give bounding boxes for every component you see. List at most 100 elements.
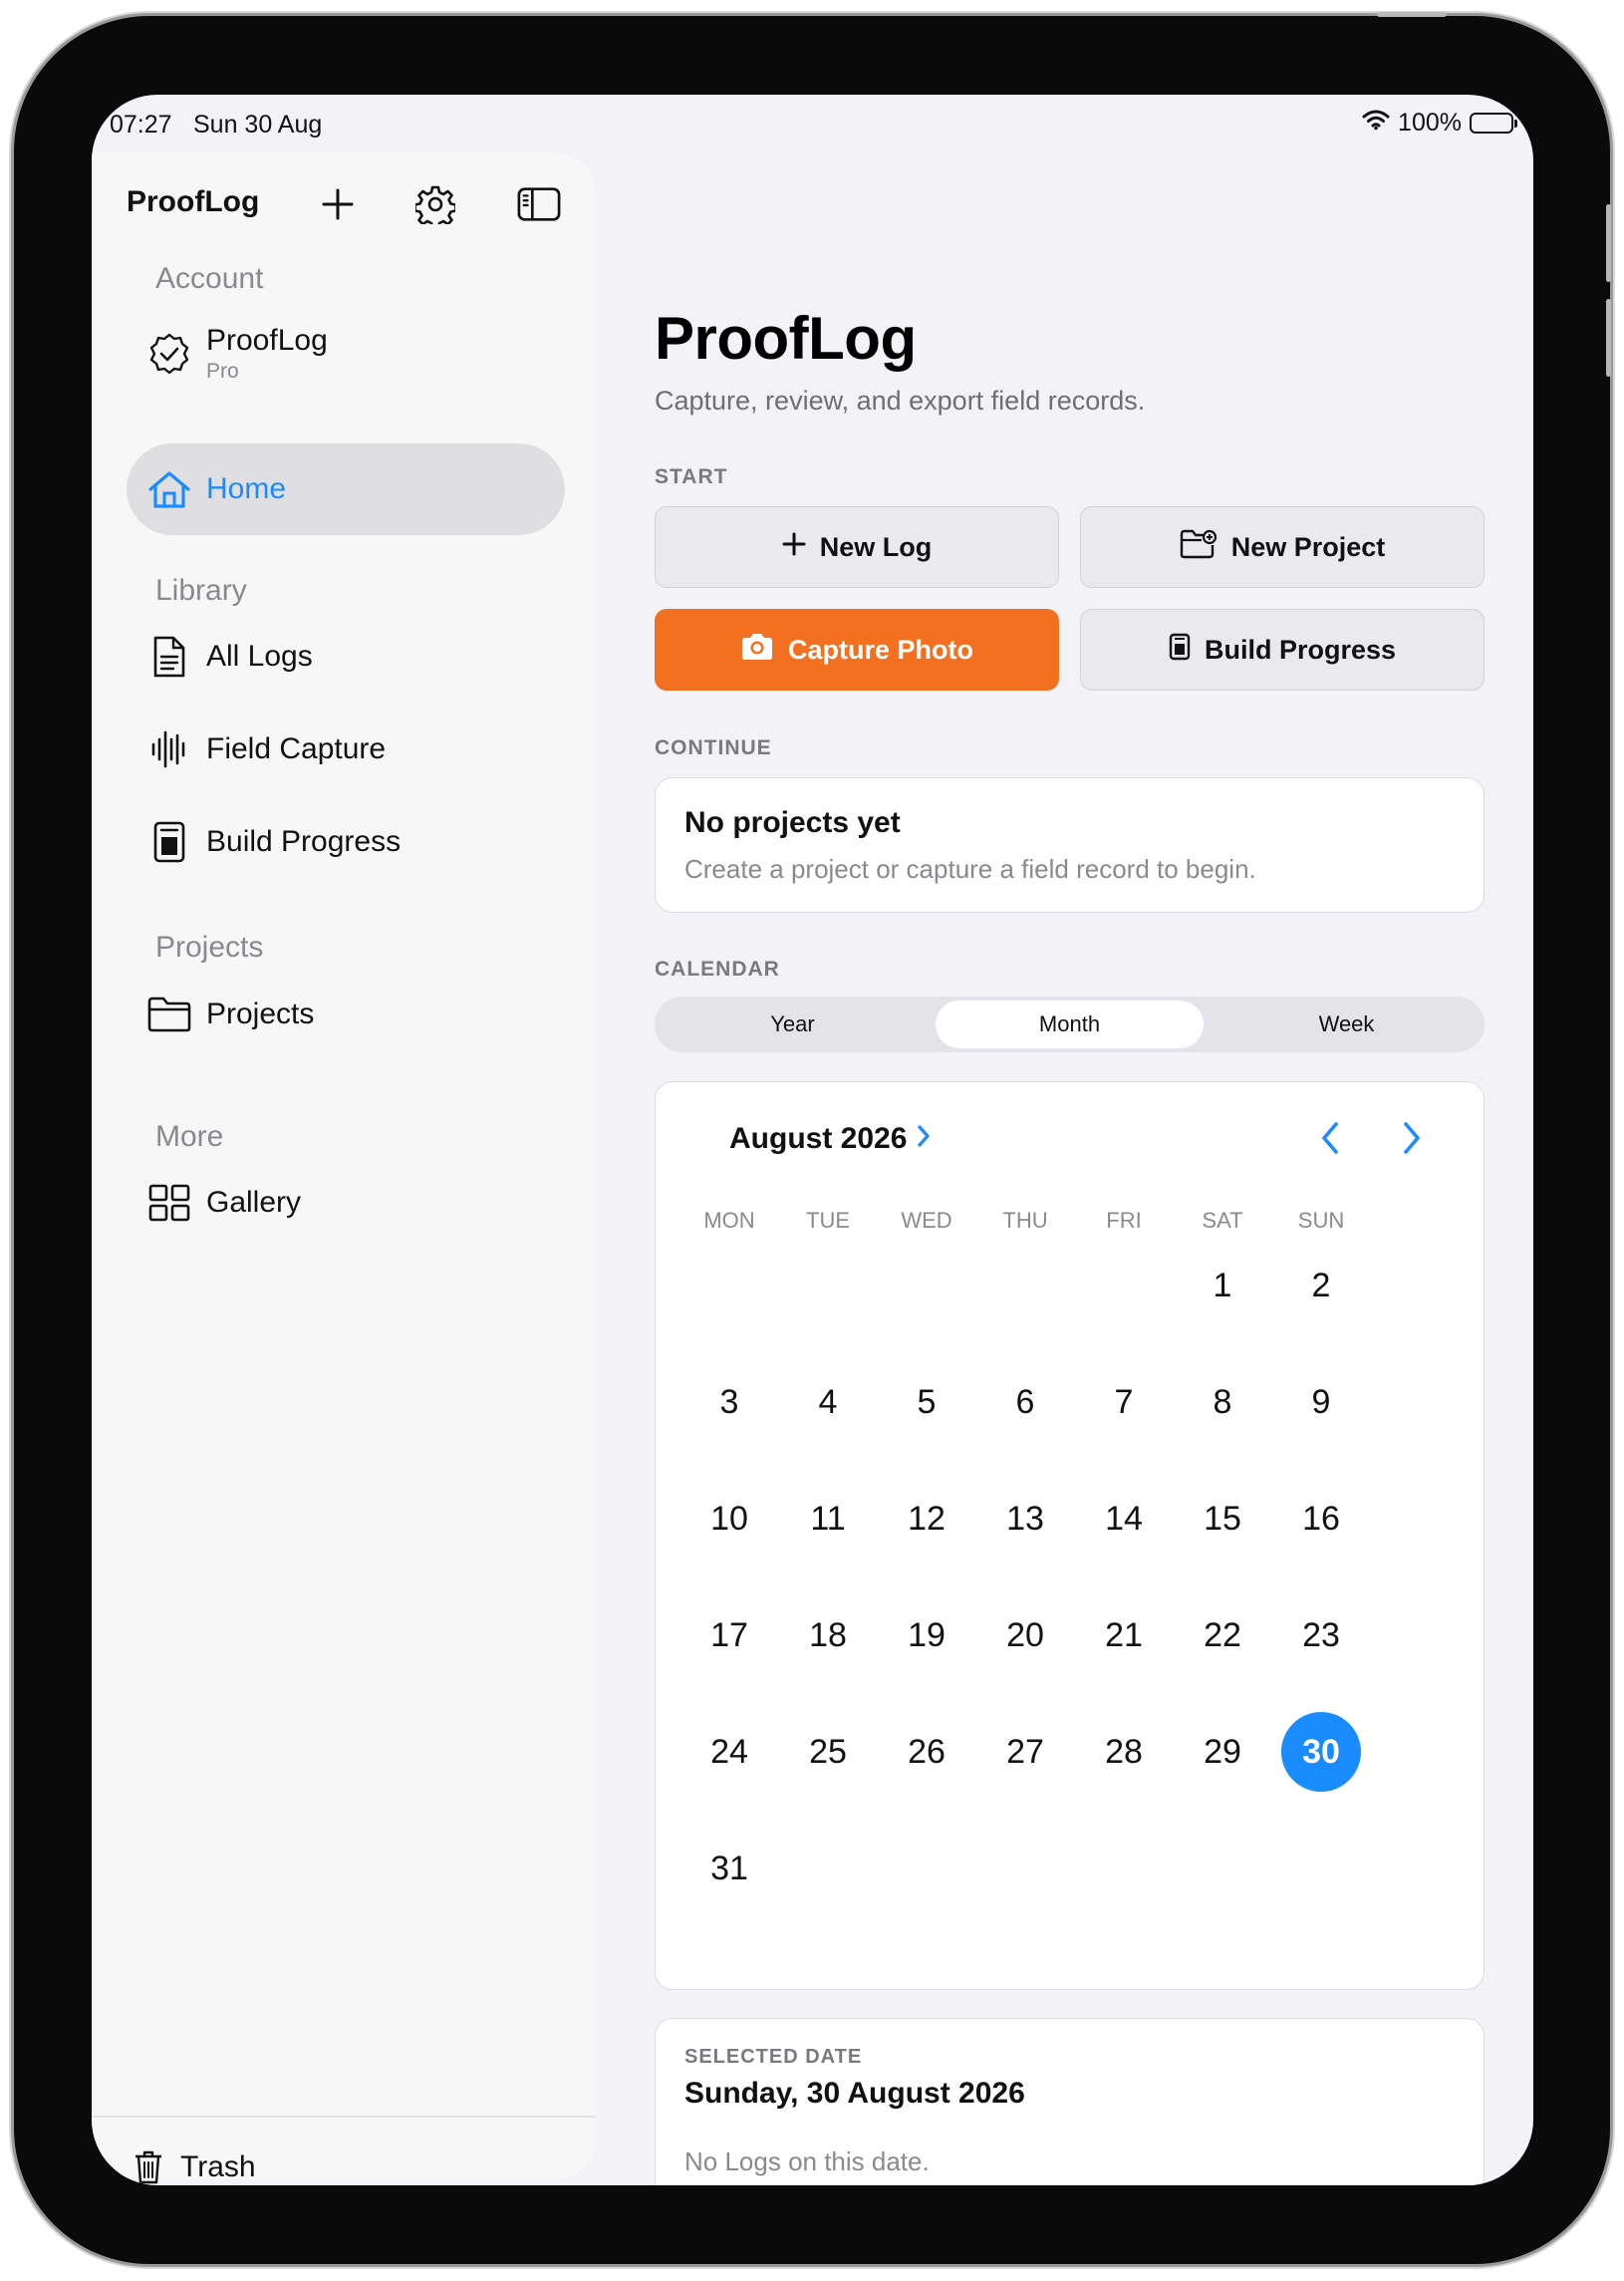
calendar-day[interactable]: 28 xyxy=(1084,1712,1164,1792)
calendar-day[interactable]: 26 xyxy=(887,1712,966,1792)
sidebar-title: ProofLog xyxy=(127,185,260,218)
capture-photo-label: Capture Photo xyxy=(788,634,973,665)
waveform-icon xyxy=(144,727,194,771)
selected-date-empty: No Logs on this date. xyxy=(684,2146,930,2176)
sidebar-item-label: Trash xyxy=(180,2150,256,2183)
calendar-day[interactable]: 3 xyxy=(689,1362,769,1442)
progress-icon xyxy=(1169,633,1191,668)
calendar-day[interactable]: 31 xyxy=(689,1829,769,1908)
sidebar-item-build-progress[interactable]: Build Progress xyxy=(127,796,565,888)
sidebar-item-gallery[interactable]: Gallery xyxy=(127,1157,565,1249)
calendar-day[interactable]: 23 xyxy=(1281,1595,1361,1675)
calendar-day[interactable]: 29 xyxy=(1183,1712,1262,1792)
selected-date-card: SELECTED DATE Sunday, 30 August 2026 No … xyxy=(655,2018,1485,2185)
calendar-day[interactable]: 13 xyxy=(985,1479,1065,1559)
calendar-day[interactable]: 7 xyxy=(1084,1362,1164,1442)
calendar-day[interactable]: 5 xyxy=(887,1362,966,1442)
calendar-day[interactable]: 9 xyxy=(1281,1362,1361,1442)
chevron-right-icon xyxy=(1402,1121,1422,1160)
sidebar-item-label: Build Progress xyxy=(206,825,402,858)
gear-icon[interactable] xyxy=(413,182,457,226)
sidebar-item-label: Home xyxy=(206,472,287,505)
house-icon xyxy=(144,469,194,509)
next-month-button[interactable] xyxy=(1392,1120,1432,1160)
sidebar-item-home[interactable]: Home xyxy=(127,443,565,535)
volume-button xyxy=(1606,204,1611,282)
calendar-day[interactable]: 20 xyxy=(985,1595,1065,1675)
account-item[interactable]: ProofLog Pro xyxy=(127,305,565,403)
calendar-day[interactable]: 4 xyxy=(788,1362,868,1442)
calendar-day[interactable]: 27 xyxy=(985,1712,1065,1792)
calendar-day[interactable]: 11 xyxy=(788,1479,868,1559)
empty-projects-card: No projects yet Create a project or capt… xyxy=(655,777,1485,913)
chevron-left-icon xyxy=(1320,1121,1340,1160)
calendar-day[interactable]: 19 xyxy=(887,1595,966,1675)
trash-icon xyxy=(129,2149,168,2185)
empty-title: No projects yet xyxy=(684,806,901,839)
calendar-day[interactable]: 22 xyxy=(1183,1595,1262,1675)
calendar-day[interactable]: 18 xyxy=(788,1595,868,1675)
account-name: ProofLog xyxy=(206,324,328,357)
build-progress-button[interactable]: Build Progress xyxy=(1080,609,1485,691)
section-library: Library xyxy=(155,574,247,607)
folder-add-icon xyxy=(1180,529,1218,566)
segment-year[interactable]: Year xyxy=(659,1000,927,1048)
new-project-label: New Project xyxy=(1230,531,1386,562)
empty-body: Create a project or capture a field reco… xyxy=(684,854,1256,884)
build-progress-label: Build Progress xyxy=(1204,634,1397,665)
calendar-day[interactable]: 14 xyxy=(1084,1479,1164,1559)
account-plan: Pro xyxy=(206,360,239,383)
calendar-day[interactable]: 25 xyxy=(788,1712,868,1792)
sidebar-divider xyxy=(92,2116,596,2118)
sidebar-item-field-capture[interactable]: Field Capture xyxy=(127,704,565,795)
sidebar: ProofLog Account ProofLog Pro Home Libra… xyxy=(92,152,596,2184)
calendar-day[interactable]: 8 xyxy=(1183,1362,1262,1442)
month-picker-button[interactable]: August 2026 xyxy=(729,1122,931,1156)
continue-heading: CONTINUE xyxy=(655,736,772,759)
selected-date-heading: SELECTED DATE xyxy=(684,2046,863,2068)
capture-photo-button[interactable]: Capture Photo xyxy=(655,609,1059,691)
calendar-day[interactable]: 12 xyxy=(887,1479,966,1559)
calendar-day[interactable]: 21 xyxy=(1084,1595,1164,1675)
calendar-day[interactable]: 16 xyxy=(1281,1479,1361,1559)
calendar-day-selected[interactable]: 30 xyxy=(1281,1712,1361,1792)
calendar-day[interactable]: 15 xyxy=(1183,1479,1262,1559)
calendar-day[interactable]: 2 xyxy=(1281,1246,1361,1325)
plus-icon xyxy=(782,532,806,563)
weekday-label: SAT xyxy=(1202,1208,1243,1233)
calendar-day[interactable]: 6 xyxy=(985,1362,1065,1442)
segment-week[interactable]: Week xyxy=(1213,1000,1481,1048)
new-log-button[interactable]: New Log xyxy=(655,506,1059,588)
account-label: ProofLog Pro xyxy=(206,324,328,384)
sidebar-item-projects[interactable]: Projects xyxy=(127,969,565,1060)
previous-month-button[interactable] xyxy=(1310,1120,1350,1160)
verified-badge-icon xyxy=(144,332,194,376)
sidebar-item-label: Field Capture xyxy=(206,732,387,765)
calendar-day[interactable]: 17 xyxy=(689,1595,769,1675)
selected-date-value: Sunday, 30 August 2026 xyxy=(684,2077,1025,2110)
start-heading: START xyxy=(655,465,728,488)
calendar-day[interactable]: 24 xyxy=(689,1712,769,1792)
plus-icon[interactable] xyxy=(316,182,360,226)
sidebar-item-label: Projects xyxy=(206,998,315,1030)
new-project-button[interactable]: New Project xyxy=(1080,506,1485,588)
section-account: Account xyxy=(155,262,264,295)
segment-month[interactable]: Month xyxy=(936,1000,1204,1048)
weekday-label: FRI xyxy=(1106,1208,1142,1233)
section-projects: Projects xyxy=(155,931,264,964)
volume-button xyxy=(1606,299,1611,377)
weekday-label: TUE xyxy=(806,1208,850,1233)
page-subtitle: Capture, review, and export field record… xyxy=(655,386,1146,416)
calendar-day[interactable]: 10 xyxy=(689,1479,769,1559)
sidebar-toggle-icon[interactable] xyxy=(517,182,561,226)
section-more: More xyxy=(155,1120,224,1153)
calendar-day[interactable]: 1 xyxy=(1183,1246,1262,1325)
sidebar-item-all-logs[interactable]: All Logs xyxy=(127,611,565,703)
weekday-label: SUN xyxy=(1297,1208,1345,1233)
new-log-label: New Log xyxy=(819,531,933,562)
power-button xyxy=(1377,12,1447,17)
page-title: ProofLog xyxy=(655,305,917,372)
progress-icon xyxy=(144,820,194,864)
grid-icon xyxy=(144,1183,194,1223)
sidebar-item-trash[interactable]: Trash xyxy=(117,2127,555,2185)
